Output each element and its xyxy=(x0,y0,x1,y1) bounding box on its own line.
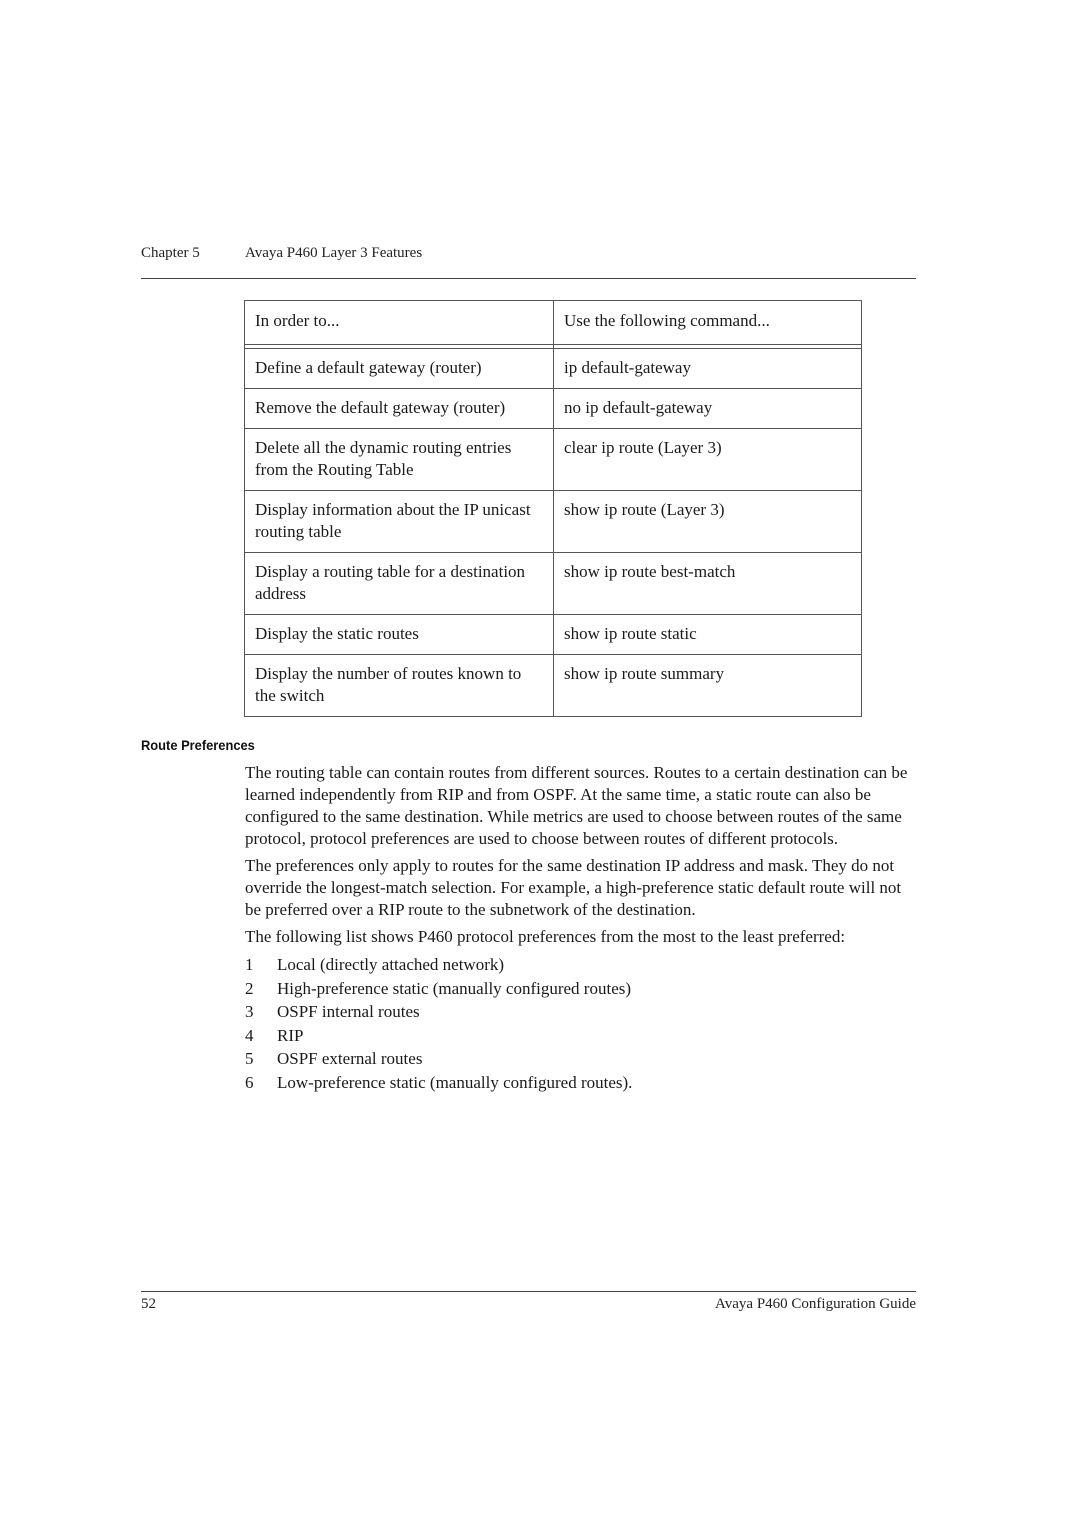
list-item: 3 OSPF internal routes xyxy=(245,1000,917,1024)
table-row: Remove the default gateway (router) no i… xyxy=(244,388,862,429)
list-item: 1 Local (directly attached network) xyxy=(245,953,917,977)
list-number: 5 xyxy=(245,1049,254,1068)
list-item: 4 RIP xyxy=(245,1024,917,1048)
action-cell: Display the static routes xyxy=(244,614,554,655)
list-text: Low-preference static (manually configur… xyxy=(277,1072,633,1092)
list-number: 2 xyxy=(245,978,254,998)
table-row: Display a routing table for a destinatio… xyxy=(244,552,862,615)
preference-list: 1 Local (directly attached network) 2 High… xyxy=(245,953,917,1094)
page-number: 52 xyxy=(141,1296,156,1312)
section-heading: Route Preferences xyxy=(141,737,255,753)
command-cell: clear ip route (Layer 3) xyxy=(553,428,862,491)
command-table: In order to... Use the following command… xyxy=(244,300,862,717)
command-cell: show ip route (Layer 3) xyxy=(553,490,862,553)
paragraph: The following list shows P460 protocol p… xyxy=(245,927,846,946)
list-text: Local (directly attached network) xyxy=(277,955,505,974)
column-header-action: In order to... xyxy=(244,300,554,345)
action-cell: Remove the default gateway (router) xyxy=(244,388,554,429)
action-cell: Define a default gateway (router) xyxy=(244,348,554,389)
list-number: 6 xyxy=(245,1072,254,1092)
table-row: Define a default gateway (router) ip def… xyxy=(244,348,862,389)
table-header-row: In order to... Use the following command… xyxy=(244,300,862,345)
list-number: 4 xyxy=(245,1025,254,1045)
list-text: RIP xyxy=(277,1025,304,1045)
footer-rule xyxy=(141,1291,916,1292)
running-footer: 52 Avaya P460 Configuration Guide xyxy=(141,1296,916,1313)
command-cell: ip default-gateway xyxy=(553,348,862,389)
action-cell: Display information about the IP unicast… xyxy=(244,490,554,553)
action-cell: Display the number of routes known to th… xyxy=(244,654,554,717)
chapter-label: Chapter 5 xyxy=(141,245,200,261)
column-header-command: Use the following command... xyxy=(553,300,862,345)
list-item: 6 Low-preference static (manually configu… xyxy=(245,1071,917,1095)
table-row: Display the number of routes known to th… xyxy=(244,654,862,717)
command-cell: show ip route best-match xyxy=(553,552,862,615)
list-text: High-preference static (manually configu… xyxy=(277,978,632,998)
paragraph: The preferences only apply to routes for… xyxy=(245,856,902,919)
command-cell: show ip route static xyxy=(553,614,862,655)
list-number: 3 xyxy=(245,1002,254,1021)
list-text: OSPF internal routes xyxy=(277,1002,420,1021)
document-title: Avaya P460 Configuration Guide xyxy=(715,1296,916,1312)
running-header: Chapter 5 Avaya P460 Layer 3 Features xyxy=(141,245,422,262)
command-cell: no ip default-gateway xyxy=(553,388,862,429)
command-cell: show ip route summary xyxy=(553,654,862,717)
header-rule xyxy=(141,278,916,279)
list-item: 5 OSPF external routes xyxy=(245,1047,917,1071)
paragraph: The routing table can contain routes fro… xyxy=(245,763,908,848)
action-cell: Display a routing table for a destinatio… xyxy=(244,552,554,615)
table-row: Display information about the IP unicast… xyxy=(244,490,862,553)
table-row: Delete all the dynamic routing entries f… xyxy=(244,428,862,491)
list-number: 1 xyxy=(245,955,254,974)
section-body: The routing table can contain routes fro… xyxy=(245,762,917,1094)
chapter-title: Avaya P460 Layer 3 Features xyxy=(245,245,423,261)
action-cell: Delete all the dynamic routing entries f… xyxy=(244,428,554,491)
list-item: 2 High-preference static (manually config… xyxy=(245,977,917,1001)
list-text: OSPF external routes xyxy=(277,1049,423,1068)
table-row: Display the static routes show ip route … xyxy=(244,614,862,655)
